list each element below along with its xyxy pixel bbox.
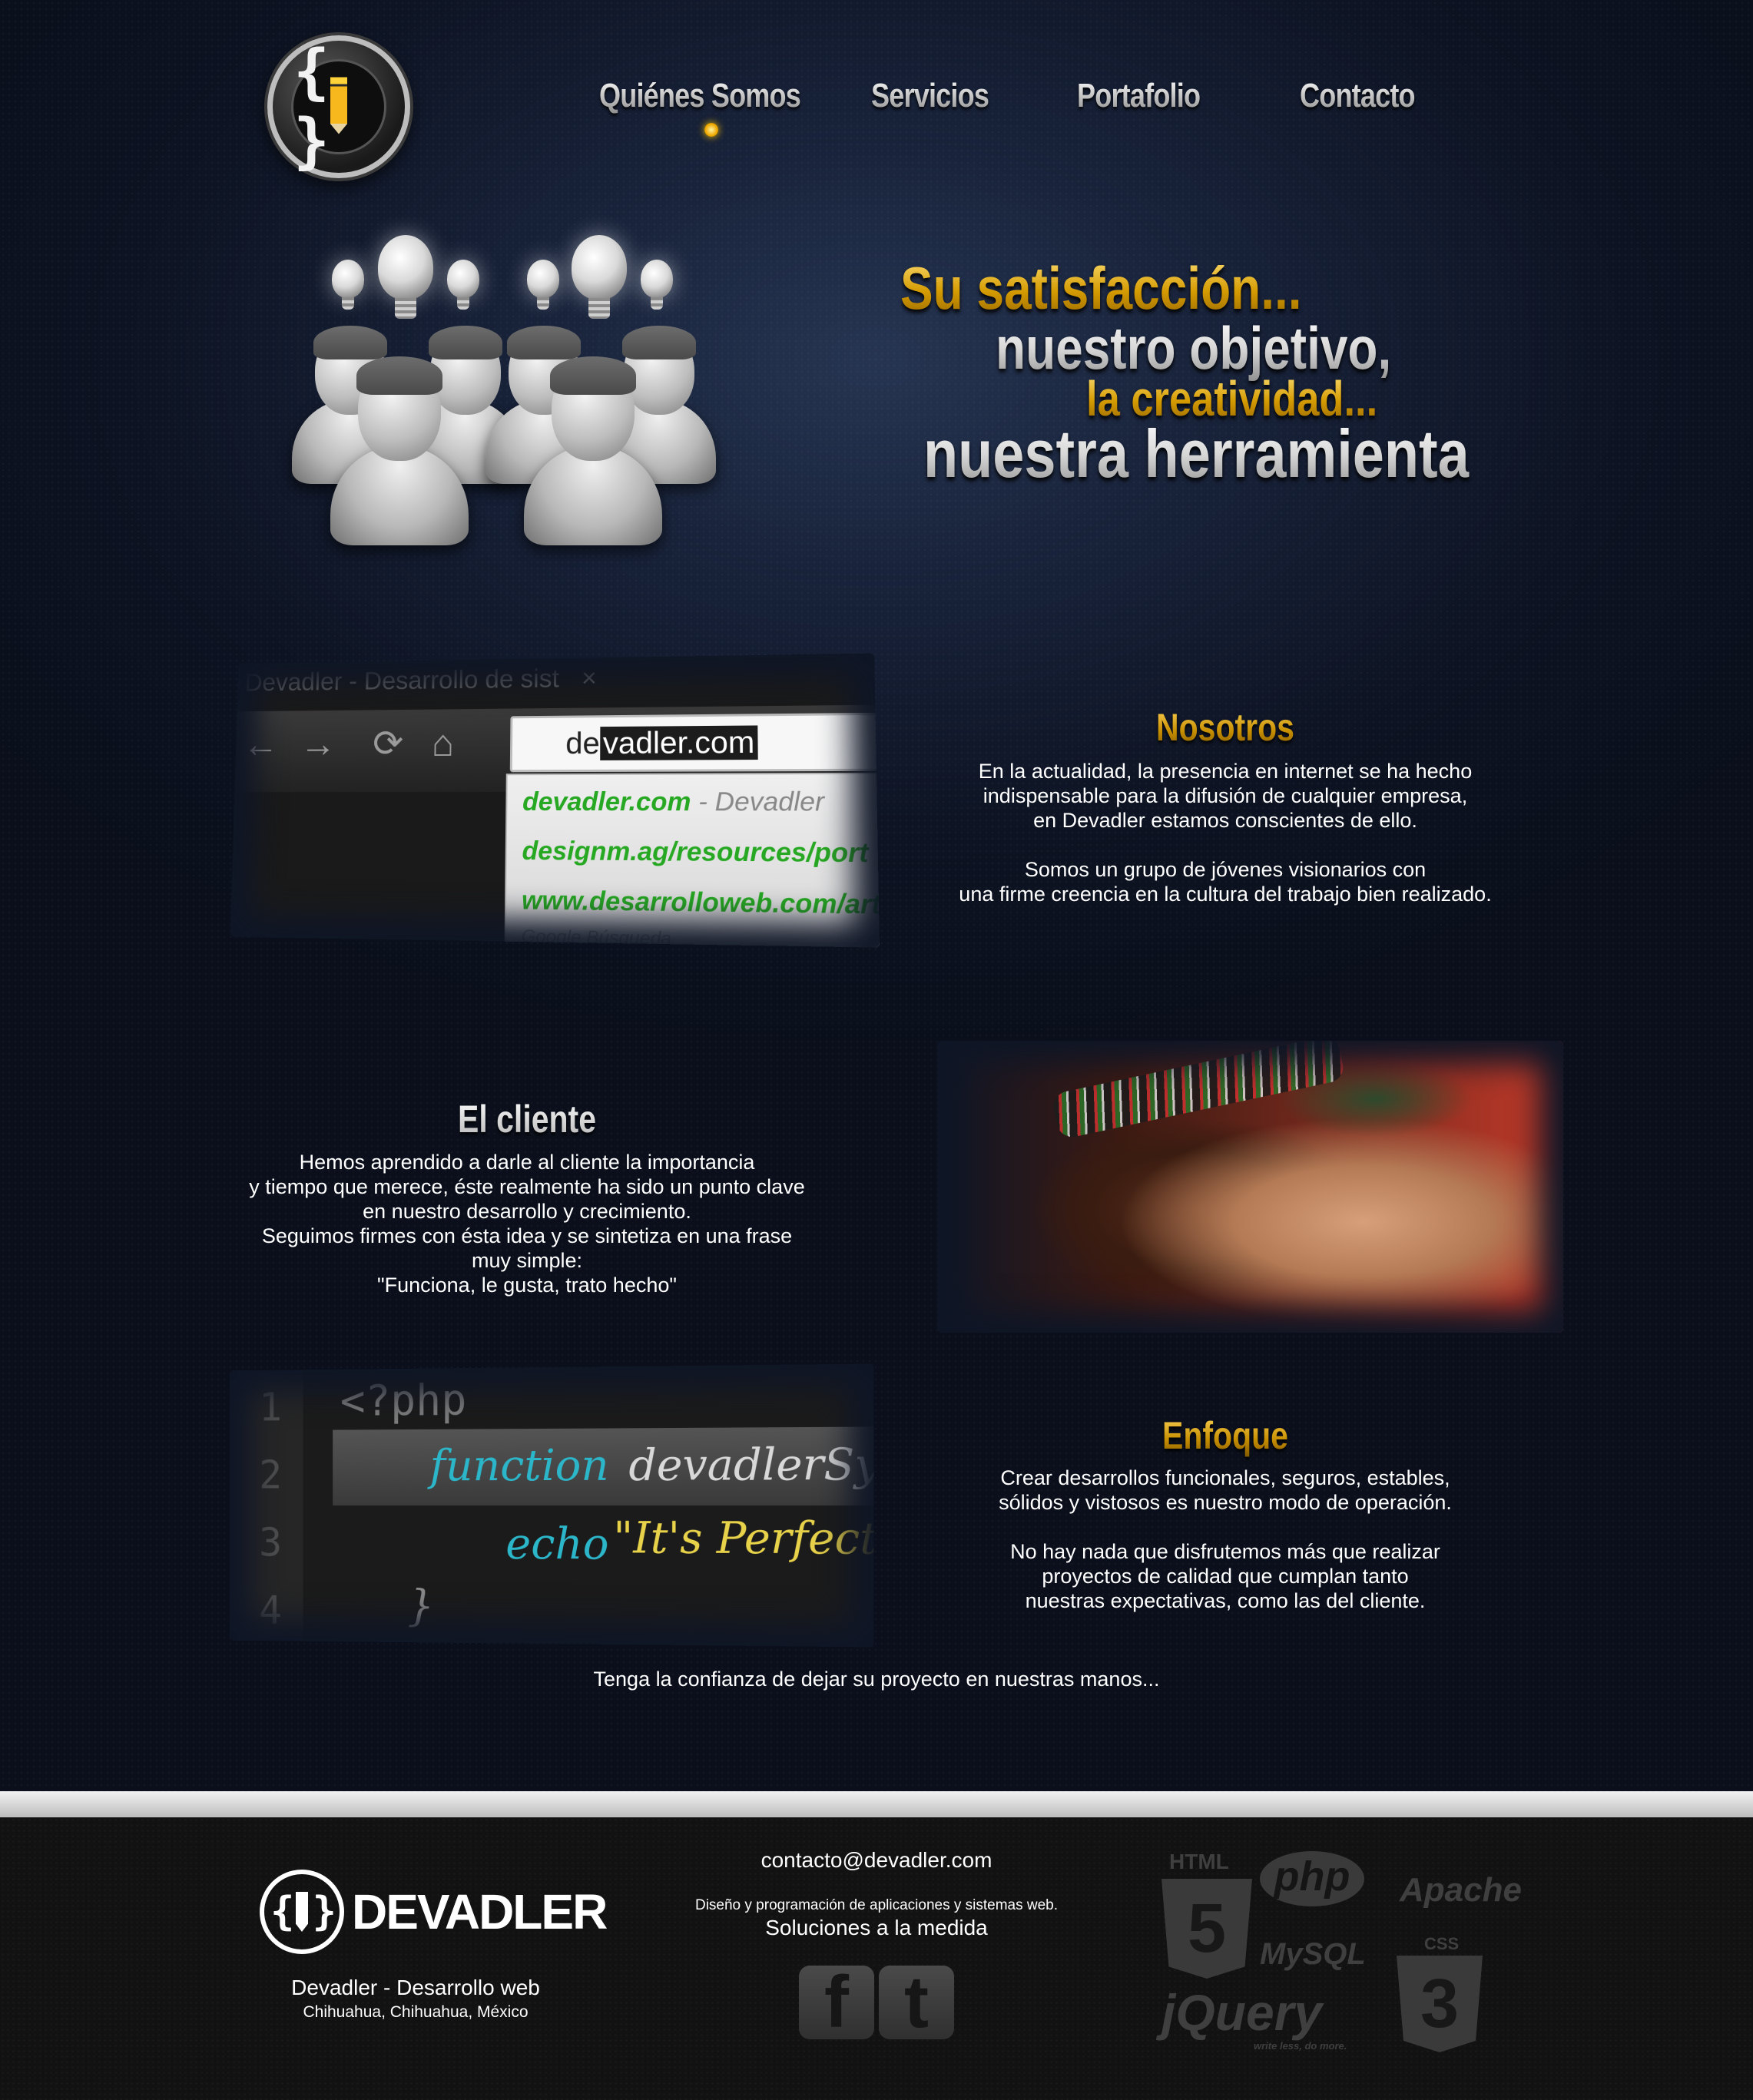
- footer-tagline: Soluciones a la medida: [765, 1916, 988, 1939]
- browser-tab: Devadler - Desarrollo de sist ×: [244, 664, 597, 697]
- mysql-logo: MySQL: [1260, 1937, 1366, 1971]
- suggestion-row: designm.ag/resources/port: [522, 836, 869, 869]
- site-footer: { } DEVADLER Devadler - Desarrollo web C…: [0, 1817, 1753, 2100]
- jquery-tagline: write less, do more.: [1254, 2040, 1347, 2052]
- team-illustration: [284, 230, 730, 545]
- line-number: 3: [259, 1520, 283, 1566]
- nav-item-servicios[interactable]: Servicios: [871, 77, 989, 115]
- css3-shield-icon: 3: [1397, 1956, 1483, 2052]
- twitter-icon[interactable]: t: [879, 1961, 954, 2043]
- lightbulb-icon: [447, 260, 479, 310]
- footer-email-link[interactable]: contacto@devadler.com: [646, 1848, 1107, 1873]
- code-line-1: <?php: [340, 1375, 467, 1426]
- jquery-logo: jQuery: [1161, 1984, 1323, 2041]
- line-number: 1: [259, 1385, 283, 1431]
- logo-emblem-icon: { }: [260, 1870, 344, 1954]
- code-keyword: echo: [505, 1519, 609, 1570]
- suggestion-footer: Google Búsqueda: [521, 926, 672, 948]
- closing-text: Tenga la confianza de dejar su proyecto …: [593, 1668, 1160, 1691]
- html5-logo: HTML: [1169, 1850, 1229, 1873]
- lightbulb-icon: [332, 260, 364, 310]
- code-line-4: }: [407, 1581, 435, 1631]
- code-string: "It's Perfect!: [613, 1513, 874, 1565]
- back-arrow-icon: ←: [242, 723, 280, 765]
- footer-divider: [0, 1791, 1753, 1817]
- line-number: 2: [259, 1452, 283, 1499]
- line-number: 4: [259, 1588, 283, 1634]
- footer-brand: DEVADLER: [352, 1884, 608, 1939]
- nav-item-contacto[interactable]: Contacto: [1300, 77, 1416, 115]
- browser-screenshot-image: Devadler - Desarrollo de sist × ← → ⟳ ⌂ …: [230, 653, 880, 948]
- css3-logo: CSS: [1424, 1934, 1460, 1953]
- url-suggestions: devadler.com - Devadler designm.ag/resou…: [504, 772, 880, 948]
- footer-company: Devadler - Desarrollo web: [291, 1976, 540, 1999]
- nav-item-quienes-somos[interactable]: Quiénes Somos: [599, 77, 801, 115]
- section-text-enfoque: Crear desarrollos funcionales, seguros, …: [999, 1466, 1452, 1612]
- footer-location: Chihuahua, Chihuahua, México: [303, 2003, 529, 2021]
- nav-item-portafolio[interactable]: Portafolio: [1077, 77, 1201, 115]
- lightbulb-icon: [572, 235, 627, 320]
- code-function-name: devadlerSyste: [628, 1439, 874, 1491]
- home-icon: ⌂: [431, 721, 455, 764]
- lightbulb-icon: [527, 260, 559, 310]
- code-screenshot-image: 1 2 3 4 <?php function devadlerSyste ech…: [230, 1363, 874, 1648]
- reload-icon: ⟳: [372, 722, 404, 765]
- html5-shield-icon: 5: [1161, 1879, 1252, 1979]
- suggestion-row: www.desarrolloweb.com/arti: [521, 886, 880, 920]
- php-logo: php: [1260, 1851, 1364, 1906]
- section-title-enfoque: Enfoque: [1099, 1413, 1351, 1458]
- url-bar: devadler.com: [509, 712, 880, 773]
- hero-slogan-line-4: nuestra herramienta: [923, 416, 1470, 492]
- footer-tagline-small: Diseño y programación de aplicaciones y …: [694, 1897, 1059, 1913]
- lightbulb-icon: [641, 260, 673, 310]
- facebook-icon[interactable]: f: [799, 1961, 874, 2043]
- main-content: { } Quiénes Somos Servicios Portafolio C…: [0, 0, 1753, 1791]
- code-keyword: function: [429, 1440, 609, 1492]
- lightbulb-icon: [378, 235, 433, 320]
- active-nav-indicator: [704, 123, 718, 137]
- footer-logo[interactable]: { } DEVADLER: [260, 1870, 608, 1954]
- section-title-cliente: El cliente: [401, 1097, 653, 1141]
- apache-logo: Apache: [1400, 1871, 1522, 1909]
- main-nav: Quiénes Somos Servicios Portafolio Conta…: [0, 77, 1753, 123]
- forward-arrow-icon: →: [300, 723, 337, 765]
- handshake-image: [937, 1041, 1563, 1333]
- section-text-cliente: Hemos aprendido a darle al cliente la im…: [249, 1151, 805, 1297]
- section-title-nosotros: Nosotros: [1099, 705, 1351, 750]
- suggestion-row: devadler.com - Devadler: [522, 787, 825, 817]
- section-text-nosotros: En la actualidad, la presencia en intern…: [959, 760, 1492, 906]
